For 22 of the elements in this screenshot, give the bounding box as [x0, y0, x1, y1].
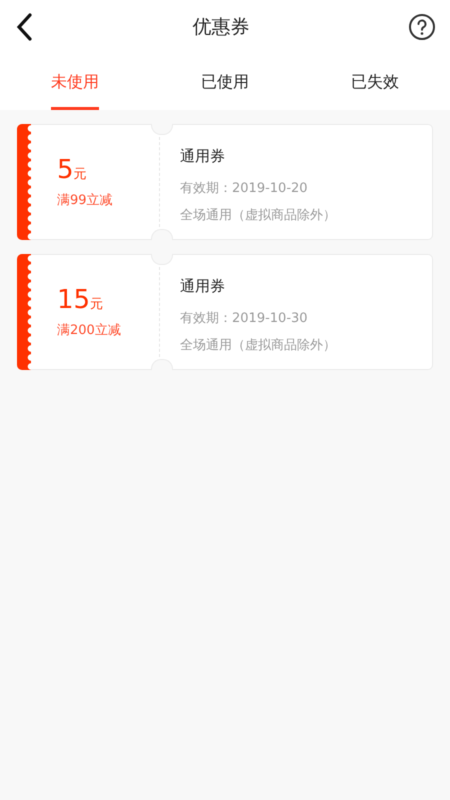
back-button[interactable] — [14, 12, 34, 42]
coupon-condition: 满99立减 — [57, 192, 114, 209]
help-button[interactable] — [408, 13, 436, 41]
back-icon — [14, 12, 34, 42]
tab[interactable]: 已失效 — [300, 54, 450, 110]
coupon-validity: 有效期：2019-10-30 — [180, 310, 309, 327]
coupon-condition: 满200立减 — [57, 322, 122, 339]
page-title: 优惠券 — [192, 15, 250, 40]
coupon-card[interactable]: 15元 满200立减 通用券 有效期：2019-10-30 全场通用（虚拟商品除外） — [17, 254, 433, 370]
help-icon — [408, 13, 436, 41]
tab[interactable]: 已使用 — [150, 54, 300, 110]
currency-unit: 元 — [74, 166, 87, 183]
coupon-name: 通用券 — [180, 277, 226, 296]
currency-unit: 元 — [90, 296, 104, 313]
coupon-scope: 全场通用（虚拟商品除外） — [180, 207, 336, 224]
coupon-scope: 全场通用（虚拟商品除外） — [180, 337, 336, 354]
coupon-amount: 15 — [57, 285, 90, 315]
coupon-name: 通用券 — [180, 147, 226, 166]
coupon-amount: 5 — [57, 155, 74, 185]
coupon-card[interactable]: 5元 满99立减 通用券 有效期：2019-10-20 全场通用（虚拟商品除外） — [17, 124, 433, 240]
coupon-validity: 有效期：2019-10-20 — [180, 180, 309, 197]
tab[interactable]: 未使用 — [0, 54, 150, 110]
